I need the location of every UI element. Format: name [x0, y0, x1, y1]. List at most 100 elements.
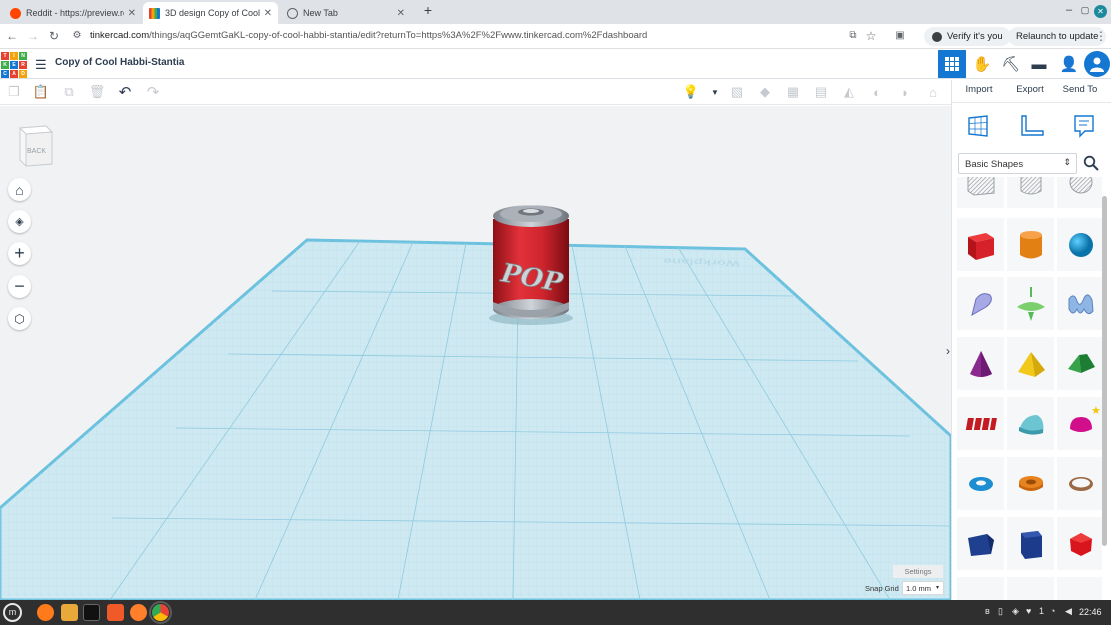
clock[interactable]: 22:46 [1079, 607, 1102, 617]
shape-ring[interactable] [1057, 457, 1102, 510]
tab-reddit[interactable]: Reddit - https://preview.redd ✕ [4, 2, 142, 24]
start-menu-icon[interactable]: m [3, 603, 22, 622]
close-icon[interactable]: ✕ [128, 8, 136, 19]
shape-scribble[interactable] [957, 277, 1004, 330]
3d-viewport[interactable]: Workplane POP BACK ⌂ ◈ + − ⬡ Settings Sn… [0, 106, 951, 600]
updates-icon[interactable]: ♥ [1026, 606, 1031, 616]
light-bulb-icon[interactable]: 💡 [683, 84, 699, 100]
view-cube[interactable]: BACK [16, 124, 54, 167]
fit-view-button[interactable]: ◈ [8, 210, 31, 233]
add-user-icon[interactable]: 👤 [1056, 52, 1082, 76]
shape-pyramid[interactable] [1007, 337, 1054, 390]
back-arrow-icon[interactable]: ← [5, 29, 19, 43]
home-view-button[interactable]: ⌂ [8, 178, 31, 201]
copy-icon[interactable]: ❐ [6, 84, 22, 100]
volume-icon[interactable]: ◀ [1065, 606, 1072, 617]
url-field[interactable]: tinkercad.com/things/aqGGemtGaKL-copy-of… [90, 30, 647, 41]
shape-next-row[interactable] [1057, 577, 1102, 600]
bookmark-star-icon[interactable]: ☆ [864, 29, 878, 43]
files-icon[interactable] [61, 604, 78, 621]
zoom-out-button[interactable]: − [8, 275, 31, 298]
group-icon[interactable]: ▦ [785, 84, 801, 100]
ruler-icon[interactable] [1019, 114, 1045, 141]
chevron-down-icon[interactable]: ▼ [707, 84, 723, 100]
shape-next-row[interactable] [957, 577, 1004, 600]
notes-icon[interactable] [1073, 114, 1095, 141]
hamburger-menu-icon[interactable]: ☰ [35, 57, 47, 73]
shape-polygon[interactable] [1007, 517, 1054, 570]
snap-grid-select[interactable]: 1.0 mm ▾ [902, 581, 944, 595]
workplane-canvas[interactable]: Workplane POP [0, 106, 951, 600]
avatar[interactable] [1084, 51, 1110, 77]
home-tool-icon[interactable]: ⌂ [925, 84, 941, 100]
note-icon[interactable]: ▧ [729, 84, 745, 100]
3d-view-grid-icon[interactable] [938, 50, 966, 78]
panel-scrollbar[interactable] [1102, 196, 1107, 546]
install-app-icon[interactable]: ⧉ [846, 30, 860, 41]
relaunch-button[interactable]: Relaunch to update [1008, 27, 1107, 46]
redo-icon[interactable]: ↷ [145, 84, 161, 101]
ruler-icon[interactable]: ◆ [757, 84, 773, 100]
cast-icon[interactable]: ▣ [893, 30, 907, 41]
workplane-icon[interactable] [966, 114, 990, 141]
new-tab-button[interactable]: + [420, 2, 436, 18]
minimize-icon[interactable]: – [1061, 4, 1077, 16]
design-title[interactable]: Copy of Cool Habbi-Stantia [55, 57, 184, 68]
search-icon[interactable] [1083, 155, 1099, 174]
lego-brick-icon[interactable]: ▬ [1026, 52, 1052, 76]
minecraft-pickaxe-icon[interactable]: ⛏ [998, 52, 1024, 76]
shape-tube[interactable] [1007, 457, 1054, 510]
paste-icon[interactable]: 📋 [33, 84, 49, 100]
send-to-button[interactable]: Send To [1055, 84, 1105, 95]
chrome-icon[interactable] [149, 601, 172, 624]
shape-box[interactable] [957, 218, 1004, 271]
wifi-icon[interactable]: ◔ [1050, 606, 1055, 616]
close-icon[interactable]: ✕ [264, 8, 272, 19]
shape-wedge[interactable] [957, 517, 1004, 570]
maximize-icon[interactable]: ▢ [1077, 5, 1093, 16]
tab-new-tab[interactable]: New Tab ✕ [281, 2, 411, 24]
shape-half-sphere[interactable] [1007, 397, 1054, 450]
reload-icon[interactable]: ↻ [47, 29, 61, 43]
menu-dots-icon[interactable]: ⋮ [1094, 29, 1108, 43]
shape-cylinder[interactable] [1007, 218, 1054, 271]
undo-icon[interactable]: ↶ [117, 84, 133, 101]
shape-sphere-hole[interactable] [1057, 177, 1102, 208]
verify-button[interactable]: Verify it's you [924, 27, 1011, 46]
firefox-icon[interactable] [37, 604, 54, 621]
shape-torus-knot[interactable] [1007, 277, 1054, 330]
blender-icon[interactable] [130, 604, 147, 621]
bluetooth-icon[interactable]: ʙ [985, 606, 990, 616]
favorite-star-icon[interactable]: ★ [1091, 404, 1101, 417]
close-window-icon[interactable]: ✕ [1094, 5, 1107, 18]
tinkercad-logo[interactable]: T I N K E R C A D [1, 52, 27, 78]
import-button[interactable]: Import [954, 84, 1004, 95]
export-button[interactable]: Export [1005, 84, 1055, 95]
duplicate-icon[interactable]: ⧉ [61, 84, 77, 100]
app-icon[interactable] [107, 604, 124, 621]
delete-icon[interactable]: 🗑 [89, 84, 106, 100]
shape-library-select[interactable]: Basic Shapes ⇕ [958, 153, 1077, 174]
close-icon[interactable]: ✕ [397, 8, 405, 19]
sim-lab-icon[interactable]: ✋ [969, 52, 995, 76]
shape-text-wave[interactable] [1057, 277, 1102, 330]
cruise-icon[interactable]: ◐ [869, 84, 885, 100]
shape-sphere[interactable] [1057, 218, 1102, 271]
shield-icon[interactable]: ◈ [1012, 606, 1019, 617]
workplane-tool-icon[interactable]: ◗ [897, 84, 913, 100]
shape-text[interactable] [957, 397, 1004, 450]
align-icon[interactable]: ▤ [813, 84, 829, 100]
shape-next-row[interactable] [1007, 577, 1054, 600]
shape-roof[interactable] [1057, 337, 1102, 390]
panel-collapse-icon[interactable]: › [946, 344, 950, 358]
mirror-icon[interactable]: ◭ [841, 84, 857, 100]
clipboard-icon[interactable]: ▯ [998, 606, 1003, 617]
perspective-toggle-button[interactable]: ⬡ [8, 307, 31, 330]
site-info-icon[interactable]: ⚙ [70, 30, 84, 41]
terminal-icon[interactable] [83, 604, 100, 621]
shape-box-hole[interactable] [957, 177, 1004, 208]
forward-arrow-icon[interactable]: → [26, 29, 40, 43]
tab-tinkercad[interactable]: 3D design Copy of Cool Habb ✕ [143, 2, 278, 24]
zoom-in-button[interactable]: + [8, 242, 31, 265]
settings-button[interactable]: Settings [893, 565, 943, 578]
